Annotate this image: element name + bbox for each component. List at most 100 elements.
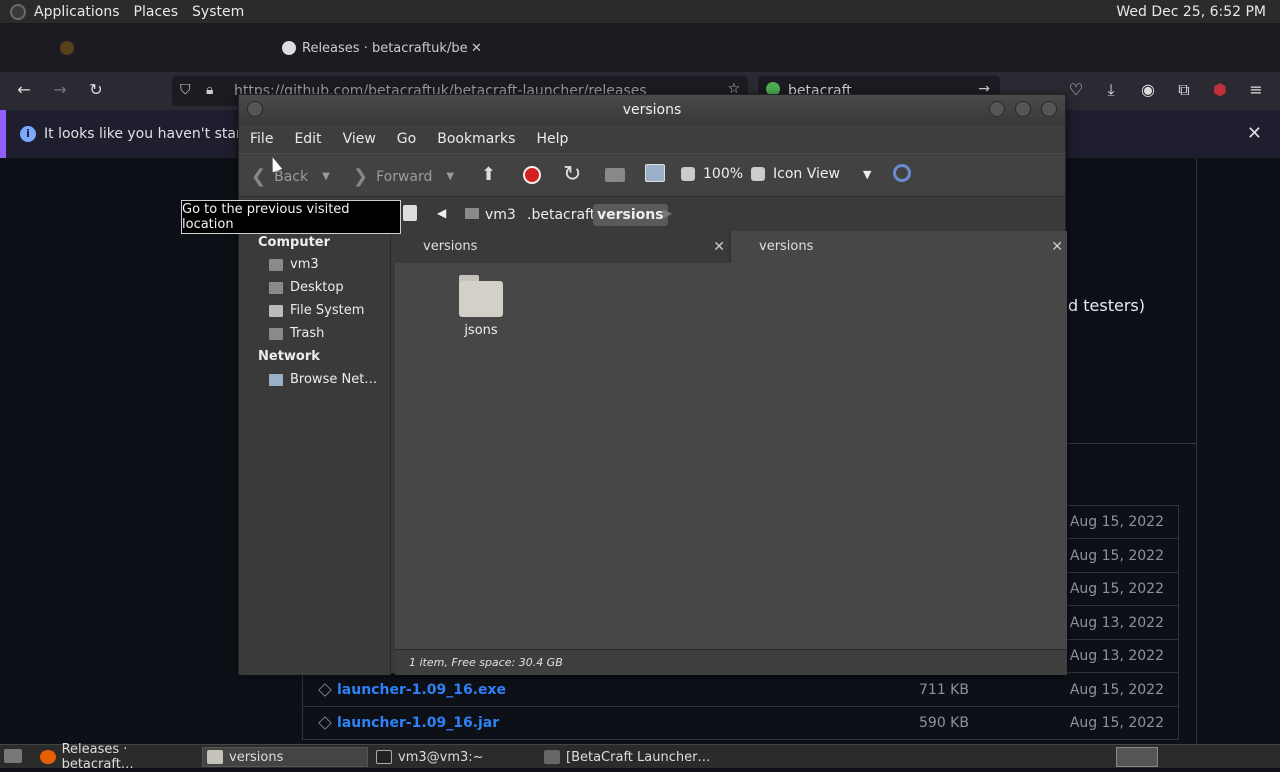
view-mode-select[interactable]: Icon View ▼	[773, 166, 879, 182]
forward-arrow-icon[interactable]: →	[48, 80, 72, 99]
asset-size: 590 KB	[919, 714, 969, 731]
shield-icon[interactable]: ⛉	[180, 82, 191, 98]
breadcrumb-versions[interactable]: versions	[593, 204, 668, 226]
forward-button[interactable]: ❯ Forward ▼	[353, 166, 454, 187]
menu-view[interactable]: View	[343, 131, 376, 147]
breadcrumb-betacraft[interactable]: .betacraft	[523, 204, 599, 226]
minimize-icon[interactable]	[989, 101, 1005, 117]
extensions-icon[interactable]: ⧉	[1172, 80, 1196, 100]
drive-icon	[269, 304, 283, 317]
sidebar-header-computer: Computer	[258, 235, 331, 250]
computer-icon[interactable]	[645, 164, 665, 182]
close-notification-icon[interactable]: ✕	[1247, 123, 1262, 144]
clock[interactable]: Wed Dec 25, 6:52 PM	[1116, 4, 1266, 20]
tab-close-icon[interactable]: ✕	[471, 41, 482, 56]
applications-menu[interactable]: Applications	[34, 4, 120, 20]
sidebar-item-desktop[interactable]: Desktop	[269, 280, 344, 295]
back-history-chevron-icon[interactable]: ▼	[322, 171, 330, 182]
sidebar-item-trash[interactable]: Trash	[269, 326, 324, 341]
network-icon	[269, 373, 283, 386]
tab-versions-2[interactable]: versions ✕	[731, 231, 1067, 263]
asset-size: 711 KB	[919, 681, 969, 698]
back-arrow-icon[interactable]: ←	[12, 80, 36, 99]
view-mode-label: Icon View	[773, 166, 840, 182]
sidebar-item-vm3[interactable]: vm3	[269, 257, 319, 272]
taskbar: Releases · betacraft… versions vm3@vm3:~…	[0, 742, 1280, 772]
taskbar-item-betacraft[interactable]: [BetaCraft Launcher…	[540, 747, 720, 767]
breadcrumb-vm3[interactable]: vm3	[461, 204, 520, 226]
menu-edit[interactable]: Edit	[294, 131, 321, 147]
status-bar: 1 item, Free space: 30.4 GB	[395, 649, 1067, 675]
maximize-icon[interactable]	[1015, 101, 1031, 117]
breadcrumb-right-arrow-icon[interactable]: ▶	[663, 206, 672, 220]
folder-icon	[207, 750, 223, 764]
sidebar-item-filesystem[interactable]: File System	[269, 303, 364, 318]
taskbar-item-terminal[interactable]: vm3@vm3:~	[372, 747, 538, 767]
sidebar-item-label: Desktop	[290, 280, 344, 295]
sidebar-item-label: File System	[290, 303, 365, 318]
home-icon[interactable]	[605, 168, 625, 182]
sidebar-item-browse-network[interactable]: Browse Net…	[269, 372, 377, 387]
github-favicon-icon	[282, 41, 296, 55]
forward-history-chevron-icon[interactable]: ▼	[446, 171, 454, 182]
asset-link[interactable]: launcher-1.09_16.exe	[318, 682, 506, 698]
reload-icon[interactable]: ↻	[563, 162, 581, 187]
downloads-icon[interactable]: ⤓	[1099, 80, 1123, 100]
firefox-icon	[40, 750, 56, 764]
ublock-icon[interactable]: ⬢	[1208, 80, 1232, 99]
lock-icon[interactable]: 🔒︎	[206, 82, 213, 98]
hamburger-menu-icon[interactable]: ≡	[1244, 80, 1268, 99]
tooltip: Go to the previous visited location	[181, 200, 401, 234]
system-menu[interactable]: System	[192, 4, 244, 20]
tab-github-releases[interactable]: Releases · betacraftuk/beta ✕	[282, 34, 492, 62]
up-arrow-icon[interactable]: ⬆	[481, 164, 496, 185]
places-menu[interactable]: Places	[134, 4, 179, 20]
back-button[interactable]: ❮ Back ▼	[251, 166, 330, 187]
show-desktop-icon[interactable]	[4, 749, 22, 763]
icon-view[interactable]: jsons	[395, 263, 1067, 649]
folder-icon	[459, 281, 503, 317]
account-icon[interactable]: ◉	[1136, 80, 1160, 99]
edit-location-icon[interactable]	[403, 205, 417, 221]
asset-name[interactable]: launcher-1.09_16.jar	[337, 715, 499, 731]
menu-file[interactable]: File	[250, 131, 273, 147]
taskbar-item-versions[interactable]: versions	[202, 747, 368, 767]
search-icon[interactable]	[893, 164, 911, 182]
reload-icon[interactable]: ↻	[84, 80, 108, 99]
window-titlebar[interactable]: versions	[239, 95, 1065, 125]
asset-row[interactable]: launcher-1.09_16.jar 590 KB Aug 15, 2022	[302, 706, 1179, 740]
top-panel: Applications Places System Wed Dec 25, 6…	[0, 0, 1280, 24]
zoom-control[interactable]: 100%	[681, 166, 766, 182]
close-icon[interactable]	[1041, 101, 1057, 117]
folder-item-jsons[interactable]: jsons	[395, 263, 567, 343]
tab-versions-1[interactable]: versions ✕	[395, 231, 729, 263]
toolbar: ❮ Back ▼ ❯ Forward ▼ ⬆ ↻ 100% Icon View …	[239, 153, 1065, 197]
asset-date: Aug 15, 2022	[1069, 547, 1164, 564]
asset-date: Aug 15, 2022	[1069, 714, 1164, 731]
pocket-icon[interactable]: ♡	[1064, 80, 1088, 99]
menubar: File Edit View Go Bookmarks Help	[239, 125, 1065, 153]
gnome-logo-icon[interactable]	[10, 3, 26, 20]
package-icon	[318, 682, 332, 697]
window-menu-icon[interactable]	[247, 101, 263, 117]
menu-go[interactable]: Go	[397, 131, 416, 147]
menu-help[interactable]: Help	[536, 131, 568, 147]
asset-date: Aug 15, 2022	[1069, 681, 1164, 698]
breadcrumb-left-arrow-icon[interactable]: ◀	[437, 206, 446, 220]
tab-background[interactable]	[60, 34, 270, 62]
divider	[1196, 158, 1197, 744]
zoom-in-icon[interactable]	[751, 167, 766, 181]
zoom-out-icon[interactable]	[681, 167, 695, 181]
terminal-icon	[376, 750, 392, 764]
stop-icon[interactable]	[523, 166, 541, 184]
tab-close-icon[interactable]: ✕	[1051, 231, 1063, 263]
back-label: Back	[274, 168, 309, 185]
menu-bookmarks[interactable]: Bookmarks	[437, 131, 515, 147]
asset-link[interactable]: launcher-1.09_16.jar	[318, 715, 499, 731]
asset-name[interactable]: launcher-1.09_16.exe	[337, 682, 506, 698]
tab-close-icon[interactable]: ✕	[713, 231, 725, 263]
taskbar-item-firefox[interactable]: Releases · betacraft…	[36, 742, 200, 772]
asset-row[interactable]: launcher-1.09_16.exe 711 KB Aug 15, 2022	[302, 673, 1179, 707]
back-arrow-icon: ❮	[251, 166, 267, 187]
workspace-switcher[interactable]	[1116, 747, 1158, 767]
